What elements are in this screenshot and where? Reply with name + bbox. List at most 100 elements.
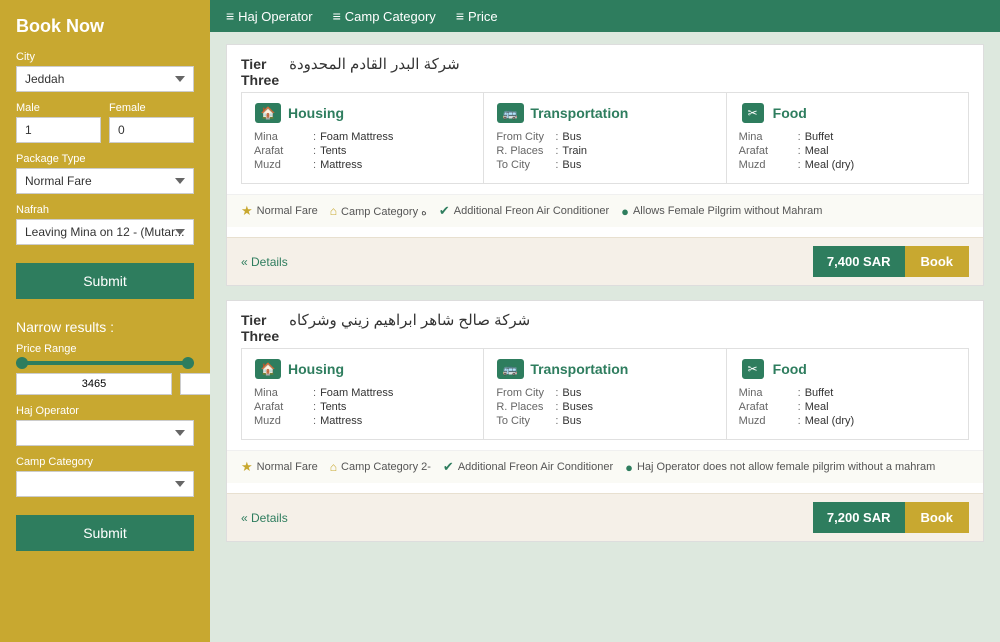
food-title-2: Food: [773, 361, 807, 377]
main-content: Haj Operator Camp Category Price Tier Th…: [210, 0, 1000, 642]
detail-row: R. Places : Train: [496, 145, 713, 157]
food-header-2: ✂ Food: [739, 359, 956, 379]
price-tag-1: 7,400 SAR: [813, 246, 905, 277]
female-group: Female: [109, 102, 194, 143]
detail-row: To City : Bus: [496, 415, 713, 427]
detail-row: Muzd : Mattress: [254, 415, 471, 427]
detail-row: R. Places : Buses: [496, 401, 713, 413]
range-slider[interactable]: [16, 361, 194, 365]
camp-category-label: Camp Category: [16, 456, 194, 468]
nav-price[interactable]: Price: [456, 8, 498, 24]
detail-row: Arafat : Meal: [739, 401, 956, 413]
housing-block-1: 🏠 Housing Mina : Foam Mattress Araf: [242, 93, 484, 183]
food-block-2: ✂ Food Mina : Buffet Arafat: [727, 349, 968, 439]
housing-icon-bg-1: 🏠: [255, 103, 282, 123]
info-icon-1: ●: [621, 204, 629, 219]
tier-label-1: Tier Three: [241, 56, 279, 88]
company-name-1: شركة البدر القادم المحدودة: [289, 55, 460, 73]
haj-operator-select[interactable]: [16, 420, 194, 446]
services-row-1: 🏠 Housing Mina : Foam Mattress Araf: [241, 92, 969, 184]
min-price-input[interactable]: [16, 373, 172, 395]
male-group: Male: [16, 102, 101, 143]
housing-details-2: Mina : Foam Mattress Arafat : Tents Muzd: [254, 387, 471, 427]
badges-row-2: ★ Normal Fare ⌂ Camp Category 2- ✔ Addit…: [227, 450, 983, 483]
food-icon-1: ✂: [739, 103, 767, 123]
food-details-2: Mina : Buffet Arafat : Meal Muzd: [739, 387, 956, 427]
detail-row: To City : Bus: [496, 159, 713, 171]
result-card-2: Tier Three شركة صالح شاهر ابراهيم زيني و…: [226, 300, 984, 542]
detail-row: From City : Bus: [496, 387, 713, 399]
services-row-2: 🏠 Housing Mina : Foam Mattress Araf: [241, 348, 969, 440]
food-details-1: Mina : Buffet Arafat : Meal Muzd: [739, 131, 956, 171]
nav-camp-category[interactable]: Camp Category: [333, 8, 436, 24]
city-label: City: [16, 51, 194, 63]
transportation-block-1: 🚌 Transportation From City : Bus R.: [484, 93, 726, 183]
narrow-submit-button[interactable]: Submit: [16, 515, 194, 551]
company-name-2: شركة صالح شاهر ابراهيم زيني وشركاه: [289, 311, 530, 329]
housing-icon-bg-2: 🏠: [255, 359, 282, 379]
housing-block-2: 🏠 Housing Mina : Foam Mattress Araf: [242, 349, 484, 439]
bus-icon-1: 🚌: [496, 103, 524, 123]
transportation-details-1: From City : Bus R. Places : Train To Cit…: [496, 131, 713, 171]
camp-category-select[interactable]: [16, 471, 194, 497]
package-select[interactable]: Normal Fare: [16, 168, 194, 194]
haj-operator-group: Haj Operator: [16, 405, 194, 446]
range-fill: [16, 361, 194, 365]
range-thumb-right[interactable]: [182, 357, 194, 369]
housing-icon-1: 🏠: [254, 103, 282, 123]
book-button-2[interactable]: Book: [905, 502, 970, 533]
nav-haj-operator-label: Haj Operator: [238, 9, 312, 24]
price-range-label: Price Range: [16, 343, 194, 355]
range-track: [16, 361, 194, 365]
badge-female-1: ● Allows Female Pilgrim without Mahram: [621, 203, 822, 219]
narrow-title: Narrow results :: [16, 319, 194, 335]
submit-button[interactable]: Submit: [16, 263, 194, 299]
detail-row: Mina : Buffet: [739, 387, 956, 399]
nav-haj-operator[interactable]: Haj Operator: [226, 8, 313, 24]
detail-row: Arafat : Tents: [254, 401, 471, 413]
top-nav: Haj Operator Camp Category Price: [210, 0, 1000, 32]
housing-title-1: Housing: [288, 105, 344, 121]
range-thumb-left[interactable]: [16, 357, 28, 369]
sidebar: Book Now City Jeddah Male Female Package…: [0, 0, 210, 642]
card-1-body: 🏠 Housing Mina : Foam Mattress Araf: [227, 92, 983, 237]
details-link-1[interactable]: Details: [241, 255, 288, 269]
detail-row: Muzd : Meal (dry): [739, 159, 956, 171]
bus-icon-bg-2: 🚌: [497, 359, 524, 379]
nafrah-select[interactable]: Leaving Mina on 12 - (Mutar...: [16, 219, 194, 245]
price-book-1: 7,400 SAR Book: [813, 246, 969, 277]
price-book-2: 7,200 SAR Book: [813, 502, 969, 533]
male-input[interactable]: [16, 117, 101, 143]
detail-row: Mina : Buffet: [739, 131, 956, 143]
city-group: City Jeddah: [16, 51, 194, 92]
housing-header-2: 🏠 Housing: [254, 359, 471, 379]
transportation-title-2: Transportation: [530, 361, 628, 377]
male-label: Male: [16, 102, 101, 114]
badge-camp-2: ⌂ Camp Category 2-: [330, 459, 431, 475]
food-icon-2: ✂: [739, 359, 767, 379]
bus-icon-bg-1: 🚌: [497, 103, 524, 123]
badges-row-1: ★ Normal Fare ⌂ Camp Category ه ✔ Additi…: [227, 194, 983, 227]
food-title-1: Food: [773, 105, 807, 121]
nafrah-label: Nafrah: [16, 204, 194, 216]
female-input[interactable]: [109, 117, 194, 143]
badge-camp-1: ⌂ Camp Category ه: [330, 203, 427, 219]
detail-row: Muzd : Mattress: [254, 159, 471, 171]
home-icon-1: ⌂: [330, 204, 337, 218]
star-icon-1: ★: [241, 203, 253, 219]
book-now-title: Book Now: [16, 16, 194, 37]
detail-row: Mina : Foam Mattress: [254, 387, 471, 399]
card-1-header: Tier Three شركة البدر القادم المحدودة: [227, 45, 983, 92]
badge-female-2: ● Haj Operator does not allow female pil…: [625, 459, 935, 475]
food-icon-bg-2: ✂: [742, 359, 764, 379]
detail-row: Mina : Foam Mattress: [254, 131, 471, 143]
check-icon-2: ✔: [443, 459, 454, 475]
details-link-2[interactable]: Details: [241, 511, 288, 525]
city-select[interactable]: Jeddah: [16, 66, 194, 92]
package-label: Package Type: [16, 153, 194, 165]
book-button-1[interactable]: Book: [905, 246, 970, 277]
price-inputs: [16, 373, 194, 395]
housing-details-1: Mina : Foam Mattress Arafat : Tents Muzd: [254, 131, 471, 171]
transportation-header-1: 🚌 Transportation: [496, 103, 713, 123]
gender-row: Male Female: [16, 102, 194, 153]
